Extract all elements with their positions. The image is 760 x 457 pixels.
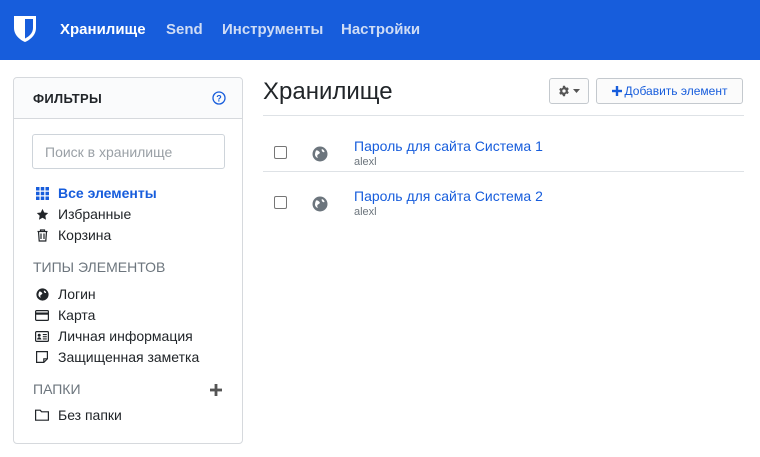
filter-label: Карта <box>58 307 96 323</box>
item-checkbox[interactable] <box>274 196 287 209</box>
globe-icon <box>35 287 49 301</box>
trash-icon <box>35 228 49 242</box>
item-username: alexl <box>354 206 377 218</box>
page-title: Хранилище <box>263 78 393 105</box>
item-username: alexl <box>354 156 377 168</box>
add-item-button[interactable]: Добавить элемент <box>596 78 743 104</box>
filters-title: ФИЛЬТРЫ <box>33 91 103 106</box>
filter-type-identity[interactable]: Личная информация <box>35 327 193 345</box>
caret-down-icon <box>573 89 580 93</box>
filter-all-items[interactable]: Все элементы <box>35 184 157 202</box>
filter-folder-none[interactable]: Без папки <box>35 406 122 424</box>
note-icon <box>35 350 49 364</box>
filter-type-card[interactable]: Карта <box>35 306 95 324</box>
globe-icon <box>312 196 328 212</box>
folders-section-title: ПАПКИ <box>33 381 81 397</box>
item-name-link[interactable]: Пароль для сайта Система 2 <box>354 188 543 204</box>
add-folder-plus-icon[interactable] <box>209 383 223 397</box>
filter-label: Все элементы <box>58 185 157 201</box>
help-icon[interactable]: ? <box>212 91 226 105</box>
gear-icon <box>559 85 569 97</box>
vault-options-button[interactable] <box>549 78 589 104</box>
top-navbar: Хранилище Send Инструменты Настройки <box>0 0 760 60</box>
plus-icon <box>611 86 622 96</box>
folder-icon <box>35 408 49 422</box>
add-item-label: Добавить элемент <box>624 84 728 98</box>
nav-send[interactable]: Send <box>166 21 203 38</box>
filter-trash[interactable]: Корзина <box>35 226 111 244</box>
globe-icon <box>312 146 328 162</box>
credit-card-icon <box>35 308 49 322</box>
filter-label: Без папки <box>58 407 122 423</box>
star-icon <box>35 207 49 221</box>
types-section-title: ТИПЫ ЭЛЕМЕНТОВ <box>33 259 166 275</box>
nav-vault[interactable]: Хранилище <box>60 21 146 38</box>
nav-tools[interactable]: Инструменты <box>222 21 323 38</box>
filter-favorites[interactable]: Избранные <box>35 205 131 223</box>
item-checkbox[interactable] <box>274 146 287 159</box>
id-card-icon <box>35 329 49 343</box>
bitwarden-shield-logo[interactable] <box>13 15 37 43</box>
vault-search-input[interactable] <box>32 134 225 169</box>
filter-type-secure-note[interactable]: Защищенная заметка <box>35 348 199 366</box>
filter-label: Избранные <box>58 206 132 222</box>
filters-header: ФИЛЬТРЫ ? <box>14 78 242 119</box>
filter-label: Логин <box>58 286 96 302</box>
item-name-link[interactable]: Пароль для сайта Система 1 <box>354 138 543 154</box>
filter-type-login[interactable]: Логин <box>35 285 96 303</box>
svg-text:?: ? <box>216 94 222 104</box>
filter-label: Личная информация <box>58 328 193 344</box>
filter-label: Защищенная заметка <box>58 349 200 365</box>
nav-settings[interactable]: Настройки <box>341 21 420 38</box>
vault-item-row: Пароль для сайта Система 2 alexl <box>263 172 744 222</box>
vault-item-row: Пароль для сайта Система 1 alexl <box>263 122 744 172</box>
filter-label: Корзина <box>58 227 112 243</box>
filters-panel: ФИЛЬТРЫ ? Все элементы Избранные Корзи <box>13 77 243 444</box>
grid-icon <box>35 186 49 200</box>
list-divider <box>263 115 744 116</box>
